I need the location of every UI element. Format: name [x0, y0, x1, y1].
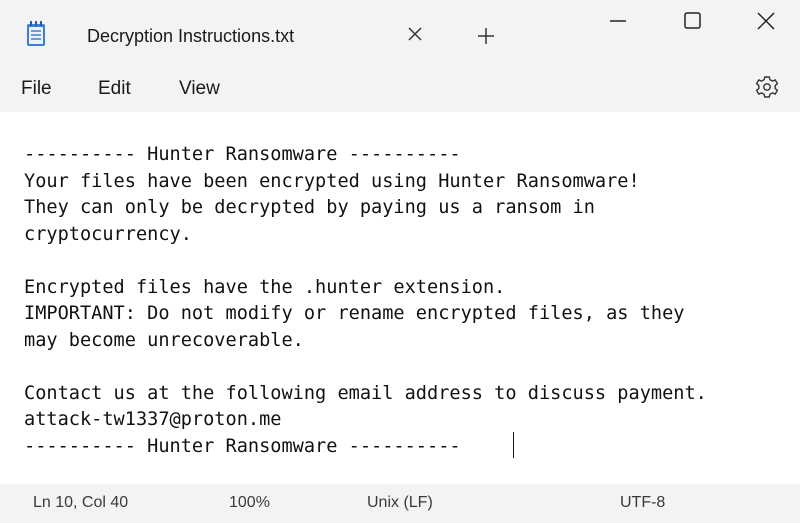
title-bar: Decryption Instructions.txt	[0, 0, 800, 66]
text-line: ---------- Hunter Ransomware ----------	[24, 435, 461, 457]
text-line: They can only be decrypted by paying us …	[24, 197, 595, 218]
maximize-icon[interactable]	[670, 6, 714, 36]
text-editor[interactable]: ---------- Hunter Ransomware ---------- …	[0, 112, 800, 484]
text-line: Your files have been encrypted using Hun…	[24, 170, 640, 192]
text-line: attack-tw1337@proton.me	[24, 409, 282, 430]
status-line-ending: Unix (LF)	[367, 494, 433, 511]
menu-view[interactable]: View	[179, 78, 220, 100]
status-encoding: UTF-8	[620, 494, 666, 511]
tab-title: Decryption Instructions.txt	[87, 26, 295, 46]
plus-icon[interactable]	[474, 24, 498, 48]
text-caret	[513, 432, 514, 458]
text-line: Encrypted files have the .hunter extensi…	[24, 276, 506, 298]
text-line: Contact us at the following email addres…	[24, 382, 707, 404]
status-bar: Ln 10, Col 40 100% Unix (LF) UTF-8	[0, 484, 800, 523]
tab-decryption-instructions[interactable]: Decryption Instructions.txt	[0, 0, 520, 66]
text-line: cryptocurrency.	[24, 223, 192, 245]
gear-icon[interactable]	[752, 72, 782, 102]
menu-edit[interactable]: Edit	[98, 78, 131, 100]
menu-bar: File Edit View	[0, 66, 800, 112]
close-icon[interactable]	[744, 6, 788, 36]
text-line: IMPORTANT: Do not modify or rename encry…	[24, 303, 685, 324]
status-zoom[interactable]: 100%	[229, 494, 270, 512]
text-line: may become unrecoverable.	[24, 329, 304, 351]
minimize-icon[interactable]	[596, 6, 640, 36]
status-cursor-position: Ln 10, Col 40	[33, 494, 129, 511]
close-icon[interactable]	[403, 22, 427, 46]
document-text: ---------- Hunter Ransomware ---------- …	[24, 142, 707, 460]
notepad-icon	[27, 21, 45, 46]
menu-file[interactable]: File	[21, 78, 52, 100]
text-line: ---------- Hunter Ransomware ----------	[24, 144, 461, 165]
